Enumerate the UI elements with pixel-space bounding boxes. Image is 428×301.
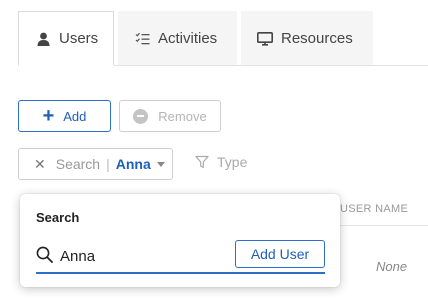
search-filter-chip[interactable]: ✕ Search | Anna — [18, 148, 173, 180]
add-button[interactable]: + Add — [18, 100, 111, 132]
remove-button-label: Remove — [158, 108, 207, 124]
chevron-down-icon — [156, 161, 165, 167]
plus-icon: + — [42, 105, 55, 127]
filter-separator: | — [106, 156, 110, 172]
tab-resources-label: Resources — [281, 30, 353, 47]
tab-resources[interactable]: Resources — [241, 11, 373, 66]
tab-users-label: Users — [59, 30, 99, 47]
table-cell-value: None — [376, 259, 408, 274]
tab-bar: Users Activities Resources — [18, 11, 428, 66]
table-divider — [340, 225, 428, 226]
search-field: Add User — [36, 238, 325, 274]
type-filter[interactable]: Type — [195, 154, 247, 170]
search-filter-value: Anna — [115, 156, 151, 172]
column-header-user-name: USER NAME — [340, 203, 409, 215]
search-filter-label: Search — [55, 156, 101, 172]
search-icon — [36, 246, 53, 263]
funnel-icon — [195, 155, 209, 169]
popover-title: Search — [36, 210, 80, 225]
close-icon[interactable]: ✕ — [34, 156, 46, 173]
tab-activities-label: Activities — [158, 30, 218, 47]
tab-users[interactable]: Users — [18, 11, 114, 66]
checklist-icon — [134, 31, 150, 47]
search-popover: Search Add User — [20, 194, 340, 287]
type-filter-label: Type — [217, 154, 248, 170]
user-icon — [35, 31, 51, 47]
tab-activities[interactable]: Activities — [118, 11, 237, 66]
search-input[interactable] — [60, 244, 230, 268]
add-user-button[interactable]: Add User — [235, 240, 325, 268]
remove-button[interactable]: Remove — [119, 100, 221, 132]
minus-circle-icon — [133, 108, 149, 124]
add-button-label: Add — [63, 108, 87, 124]
monitor-icon — [257, 31, 273, 47]
